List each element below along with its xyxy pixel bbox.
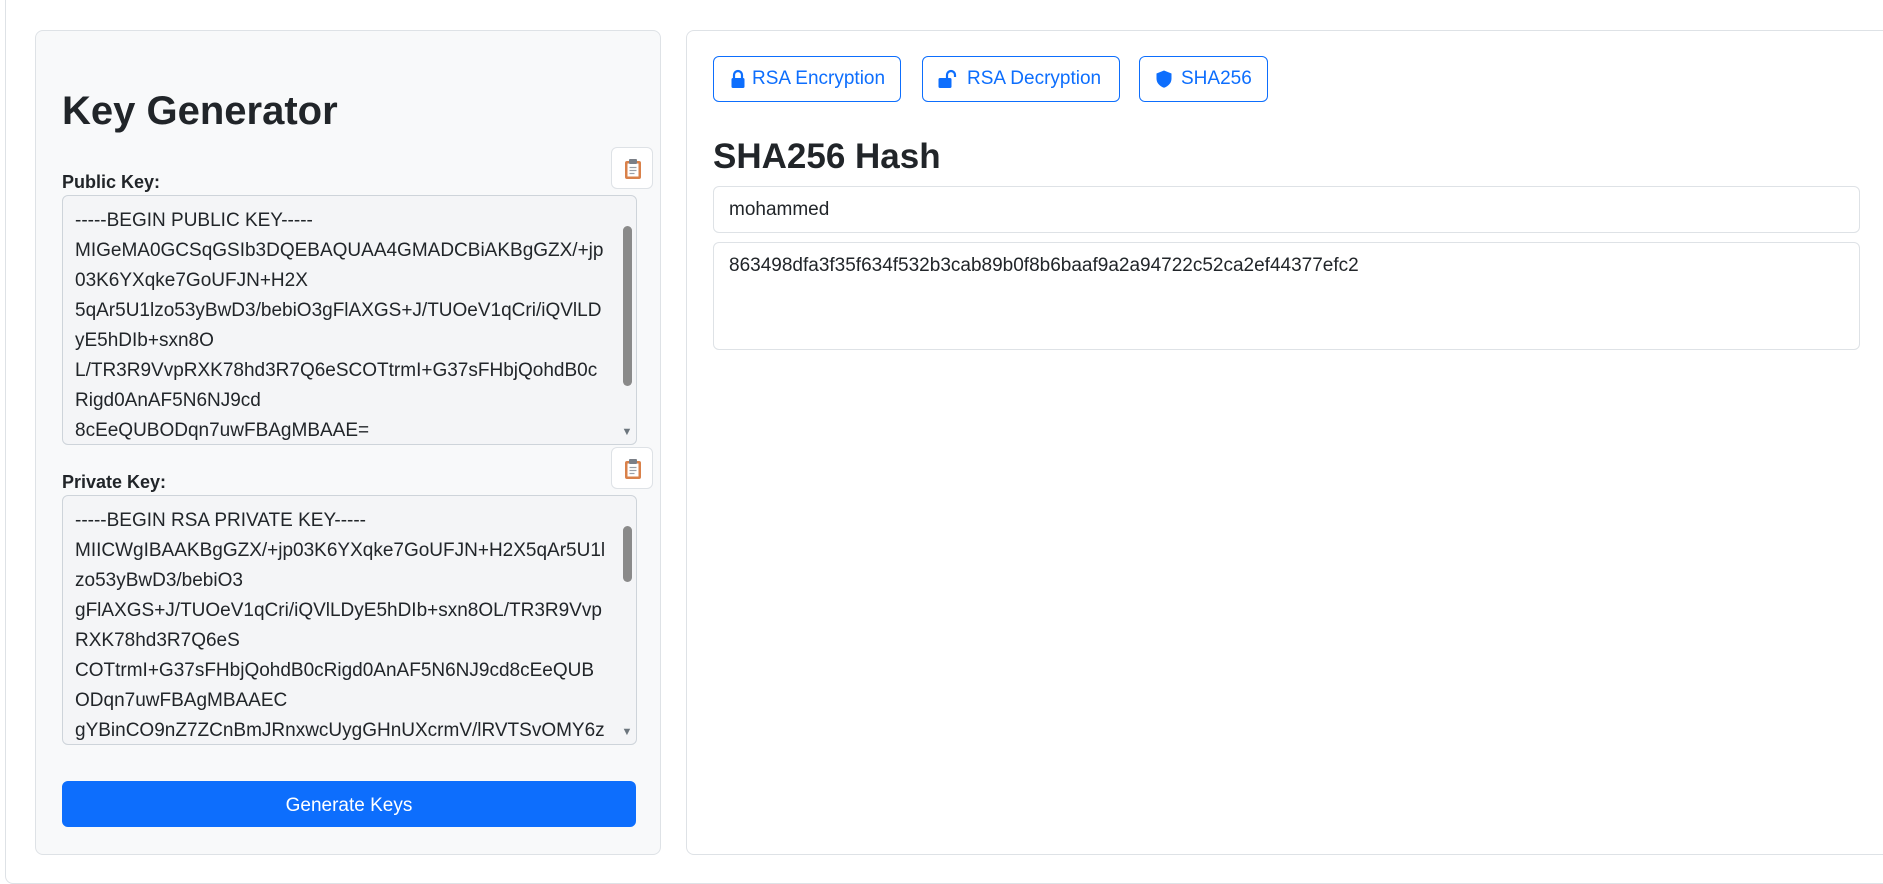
tab-rsa-decryption[interactable]: RSA Decryption xyxy=(922,56,1120,102)
sha256-title: SHA256 Hash xyxy=(713,137,941,176)
tab-sha256-label: SHA256 xyxy=(1181,68,1252,89)
key-generator-title: Key Generator xyxy=(62,89,338,133)
copy-private-key-button[interactable] xyxy=(611,447,653,489)
public-key-text: -----BEGIN PUBLIC KEY----- MIGeMA0GCSqGS… xyxy=(75,210,604,441)
public-key-label: Public Key: xyxy=(62,172,161,192)
clipboard-icon xyxy=(625,459,641,479)
scroll-down-arrow-icon[interactable]: ▼ xyxy=(620,726,634,738)
shield-icon xyxy=(1156,70,1172,88)
private-key-scroll-thumb[interactable] xyxy=(623,526,632,582)
tab-rsa-encryption-label: RSA Encryption xyxy=(752,68,886,89)
tab-sha256[interactable]: SHA256 xyxy=(1139,56,1268,102)
tools-card: RSA Encryption RSA Decryption SHA256 SHA… xyxy=(686,30,1883,855)
key-generator-card: Key Generator Public Key: -----BEGIN PUB… xyxy=(35,30,661,855)
sha256-input[interactable]: mohammed xyxy=(713,186,1860,233)
clipboard-icon xyxy=(625,159,641,179)
private-key-label: Private Key: xyxy=(62,472,167,492)
private-key-scrollbar[interactable]: ▼ xyxy=(620,514,634,742)
private-key-text: -----BEGIN RSA PRIVATE KEY----- MIICWgIB… xyxy=(75,510,606,741)
public-key-scroll-thumb[interactable] xyxy=(623,226,632,386)
private-key-textarea[interactable]: -----BEGIN RSA PRIVATE KEY----- MIICWgIB… xyxy=(62,495,637,745)
unlock-icon xyxy=(938,69,957,88)
generate-keys-button[interactable]: Generate Keys xyxy=(62,781,636,827)
public-key-scrollbar[interactable]: ▼ xyxy=(620,214,634,442)
public-key-textarea[interactable]: -----BEGIN PUBLIC KEY----- MIGeMA0GCSqGS… xyxy=(62,195,637,445)
tab-rsa-decryption-label: RSA Decryption xyxy=(967,68,1102,89)
lock-icon xyxy=(731,69,745,88)
tab-rsa-encryption[interactable]: RSA Encryption xyxy=(713,56,901,102)
sha256-output[interactable]: 863498dfa3f35f634f532b3cab89b0f8b6baaf9a… xyxy=(713,242,1860,350)
scroll-down-arrow-icon[interactable]: ▼ xyxy=(620,426,634,438)
copy-public-key-button[interactable] xyxy=(611,147,653,189)
